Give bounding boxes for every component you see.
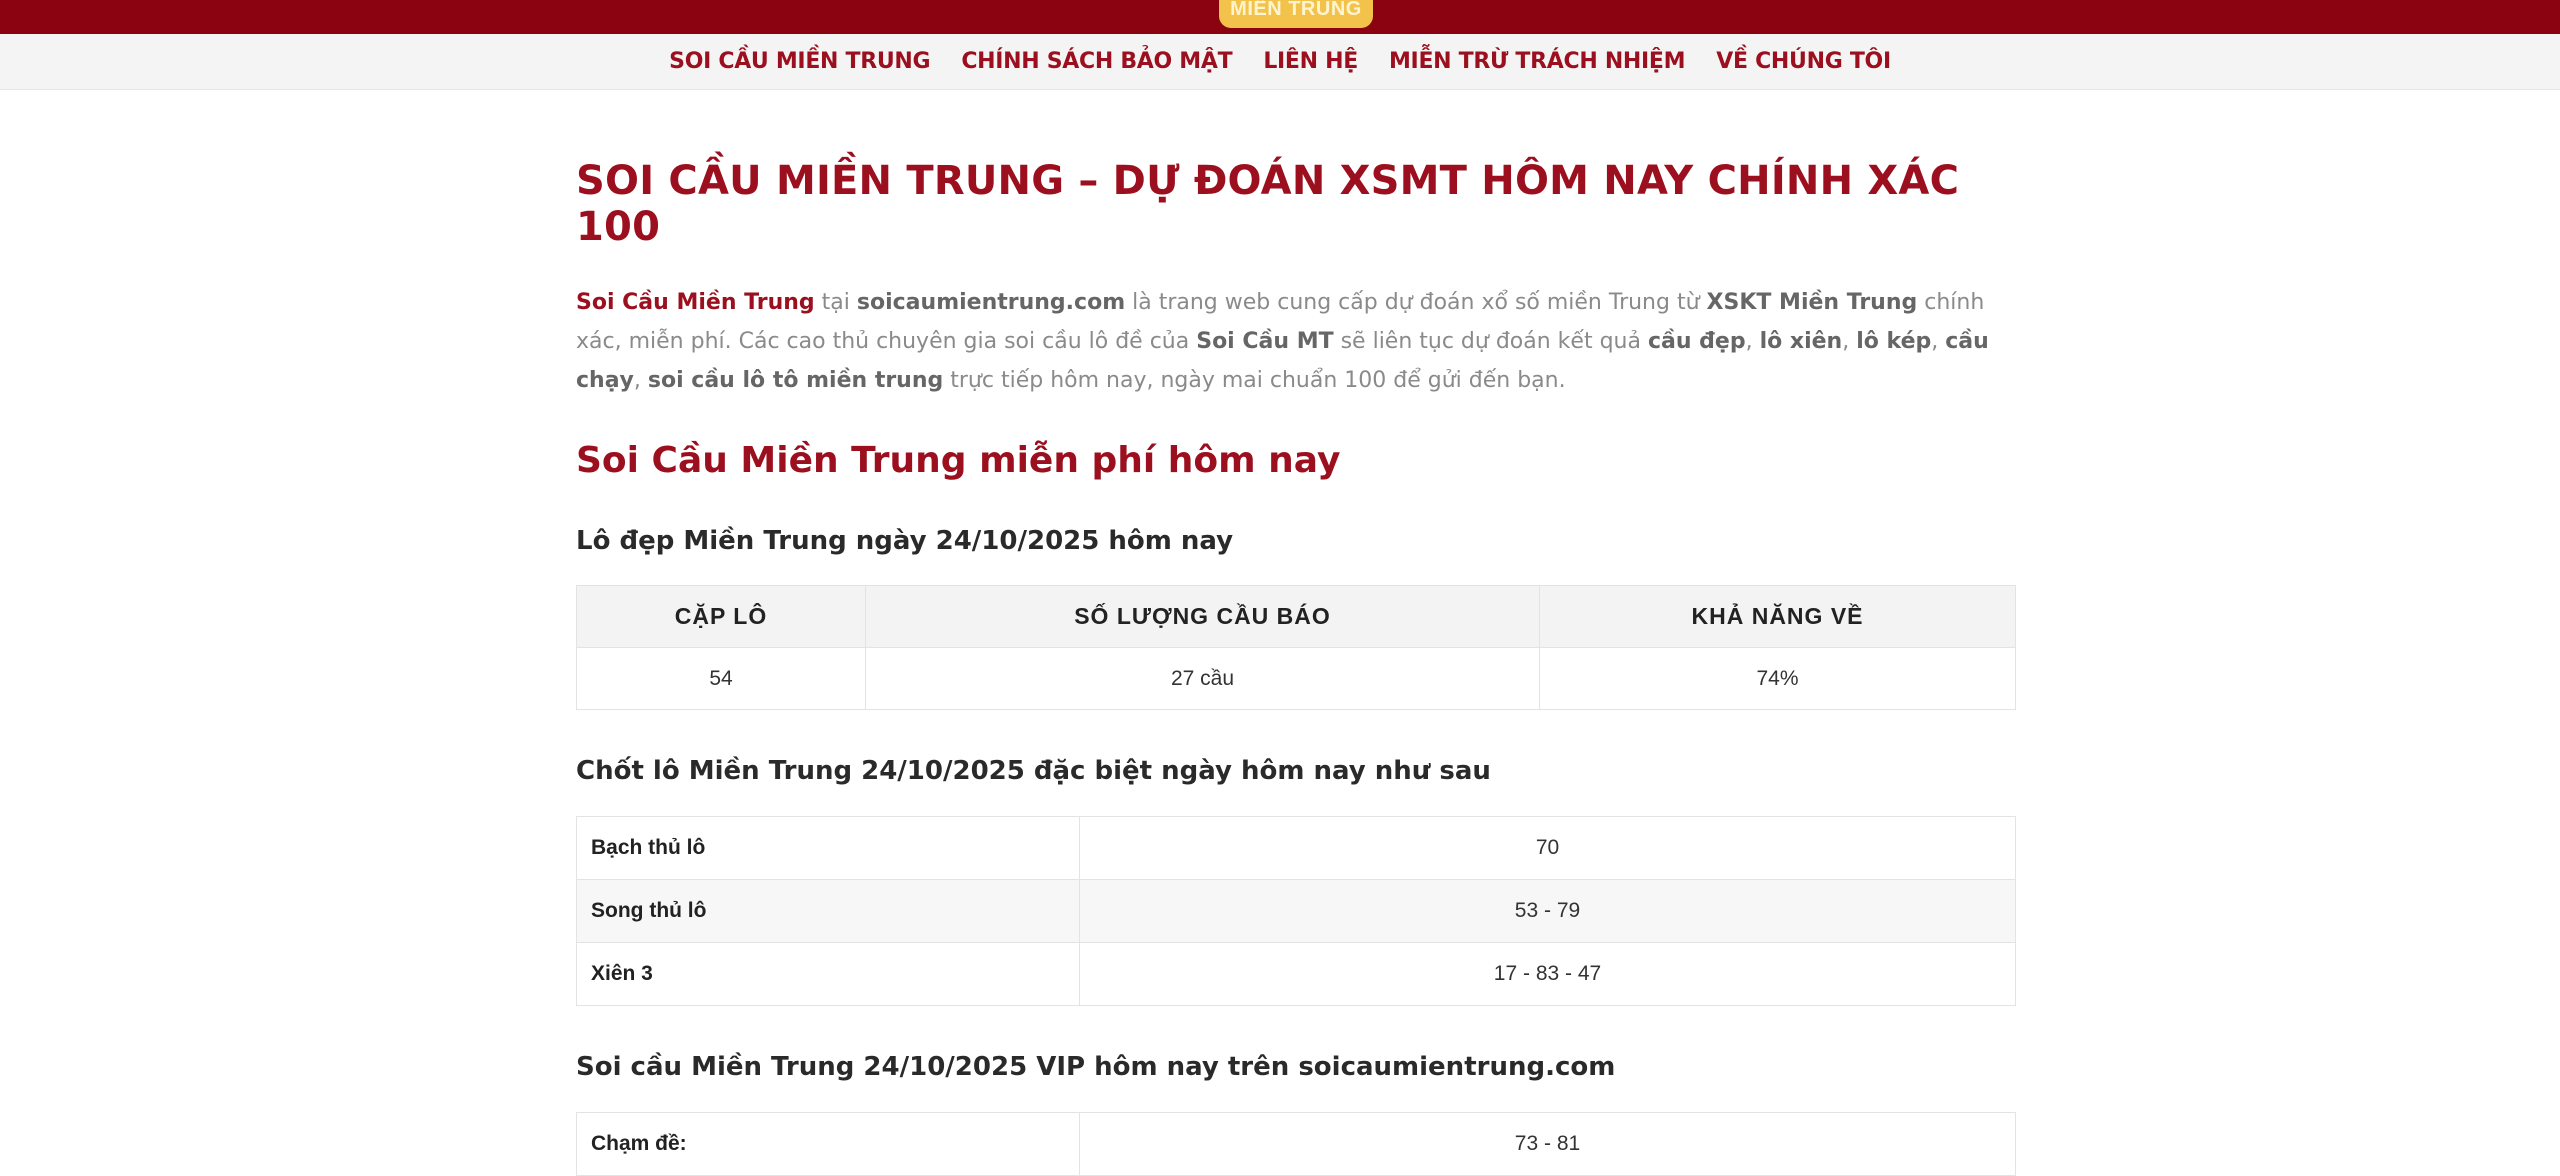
intro-xskt-text: XSKT Miền Trung: [1706, 290, 1918, 315]
intro-text: ,: [633, 368, 648, 393]
main-content: SOI CẦU MIỀN TRUNG – DỰ ĐOÁN XSMT HÔM NA…: [576, 90, 2016, 1176]
table-row: Bạch thủ lô 70: [576, 816, 2016, 880]
main-navigation: SOI CẦU MIỀN TRUNG CHÍNH SÁCH BẢO MẬT LI…: [0, 34, 2560, 90]
intro-text: là trang web cung cấp dự đoán xổ số miền…: [1125, 290, 1707, 315]
row-value: 17 - 83 - 47: [1079, 942, 2016, 1006]
table-cell: 54: [576, 647, 866, 710]
table-row: Song thủ lô 53 - 79: [576, 879, 2016, 943]
intro-soi-cau-mt-text: Soi Cầu MT: [1196, 329, 1334, 354]
row-label: Chạm đề:: [576, 1112, 1080, 1176]
lo-dep-table: CẶP LÔ SỐ LƯỢNG CẦU BÁO KHẢ NĂNG VỀ 54 2…: [576, 585, 2016, 710]
intro-paragraph: Soi Cầu Miền Trung tại soicaumientrung.c…: [576, 283, 2016, 400]
row-value: 70: [1079, 816, 2016, 880]
intro-text: ,: [1842, 329, 1857, 354]
nav-link-lien-he[interactable]: LIÊN HỆ: [1263, 49, 1358, 74]
intro-text: sẽ liên tục dự đoán kết quả: [1333, 329, 1648, 354]
row-value: 73 - 81: [1079, 1112, 2016, 1176]
lo-dep-heading: Lô đẹp Miền Trung ngày 24/10/2025 hôm na…: [576, 526, 1234, 556]
table-row: 54 27 cầu 74%: [576, 647, 2016, 710]
intro-text: ,: [1931, 329, 1946, 354]
intro-brand-text: Soi Cầu Miền Trung: [576, 290, 815, 315]
table-cell: 27 cầu: [865, 647, 1540, 710]
nav-link-soi-cau-mien-trung[interactable]: SOI CẦU MIỀN TRUNG: [669, 49, 930, 74]
intro-keyword: lô kép: [1856, 329, 1932, 354]
column-header-kha-nang-ve: KHẢ NĂNG VỀ: [1539, 585, 2016, 648]
top-bar: MIỀN TRUNG: [0, 0, 2560, 34]
table-cell: 74%: [1539, 647, 2016, 710]
intro-text: ,: [1745, 329, 1760, 354]
intro-keyword: lô xiên: [1759, 329, 1843, 354]
table-row: Chạm đề: 73 - 81: [576, 1112, 2016, 1176]
row-label: Xiên 3: [576, 942, 1080, 1006]
page-title: SOI CẦU MIỀN TRUNG – DỰ ĐOÁN XSMT HÔM NA…: [576, 158, 1960, 250]
nav-link-chinh-sach-bao-mat[interactable]: CHÍNH SÁCH BẢO MẬT: [961, 49, 1232, 74]
intro-site-domain: soicaumientrung.com: [856, 290, 1126, 315]
nav-link-mien-tru-trach-nhiem[interactable]: MIỄN TRỪ TRÁCH NHIỆM: [1389, 49, 1686, 74]
nav-link-ve-chung-toi[interactable]: VỀ CHÚNG TÔI: [1716, 49, 1891, 74]
column-header-cap-lo: CẶP LÔ: [576, 585, 866, 648]
table-header-row: CẶP LÔ SỐ LƯỢNG CẦU BÁO KHẢ NĂNG VỀ: [576, 585, 2016, 648]
chot-lo-heading: Chốt lô Miền Trung 24/10/2025 đặc biệt n…: [576, 756, 1491, 786]
row-label: Song thủ lô: [576, 879, 1080, 943]
intro-text: tại: [814, 290, 857, 315]
row-label: Bạch thủ lô: [576, 816, 1080, 880]
row-value: 53 - 79: [1079, 879, 2016, 943]
column-header-so-luong-cau-bao: SỐ LƯỢNG CẦU BÁO: [865, 585, 1540, 648]
vip-table: Chạm đề: 73 - 81: [576, 1112, 2016, 1176]
site-logo[interactable]: MIỀN TRUNG: [1219, 0, 1373, 28]
chot-lo-table: Bạch thủ lô 70 Song thủ lô 53 - 79 Xiên …: [576, 816, 2016, 1006]
intro-text: trực tiếp hôm nay, ngày mai chuẩn 100 để…: [943, 368, 1566, 393]
vip-heading: Soi cầu Miền Trung 24/10/2025 VIP hôm na…: [576, 1052, 1616, 1082]
intro-keyword: cầu đẹp: [1647, 329, 1746, 354]
section-title: Soi Cầu Miền Trung miễn phí hôm nay: [576, 440, 1341, 481]
logo-text: MIỀN TRUNG: [1230, 0, 1362, 20]
intro-keyword: soi cầu lô tô miền trung: [647, 368, 944, 393]
table-row: Xiên 3 17 - 83 - 47: [576, 942, 2016, 1006]
